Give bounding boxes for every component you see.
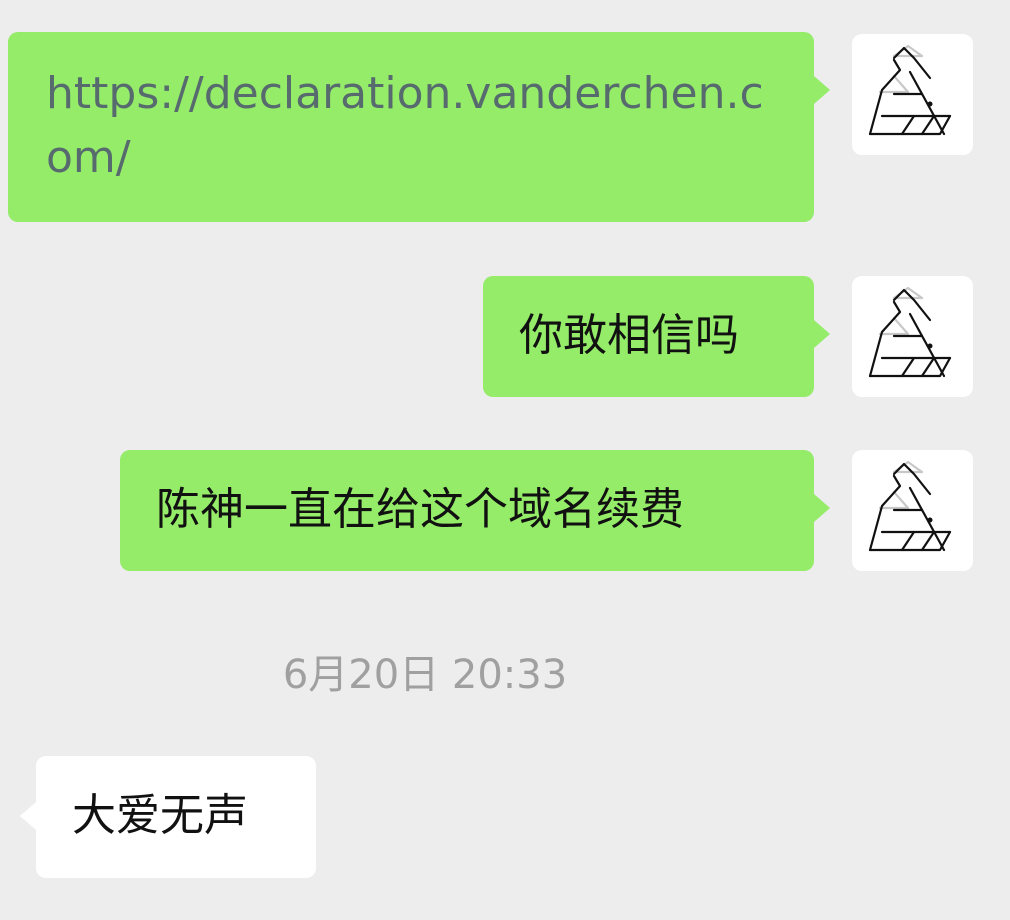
message-text: 你敢相信吗 bbox=[519, 310, 739, 361]
avatar[interactable] bbox=[852, 450, 973, 571]
bubble-tail bbox=[20, 802, 36, 830]
message-timestamp: 6月20日 20:33 bbox=[282, 652, 568, 698]
message-text: 大爱无声 bbox=[72, 790, 248, 841]
message-bubble-text[interactable]: 陈神一直在给这个域名续费 bbox=[120, 450, 830, 571]
message-bubble-received[interactable]: 大爱无声 bbox=[20, 756, 316, 878]
avatar[interactable] bbox=[852, 276, 973, 397]
bubble-tail bbox=[814, 494, 830, 522]
geometric-logo-icon bbox=[852, 276, 973, 397]
geometric-logo-icon bbox=[852, 450, 973, 571]
message-bubble-text[interactable]: 你敢相信吗 bbox=[483, 276, 830, 397]
message-bubble-link[interactable]: https://declaration.vanderchen.com/ bbox=[8, 32, 830, 222]
bubble-tail bbox=[814, 320, 830, 348]
bubble-tail bbox=[814, 76, 830, 104]
avatar[interactable] bbox=[852, 34, 973, 155]
message-text: 陈神一直在给这个域名续费 bbox=[156, 484, 684, 535]
geometric-logo-icon bbox=[852, 34, 973, 155]
message-link[interactable]: https://declaration.vanderchen.com/ bbox=[46, 62, 778, 190]
